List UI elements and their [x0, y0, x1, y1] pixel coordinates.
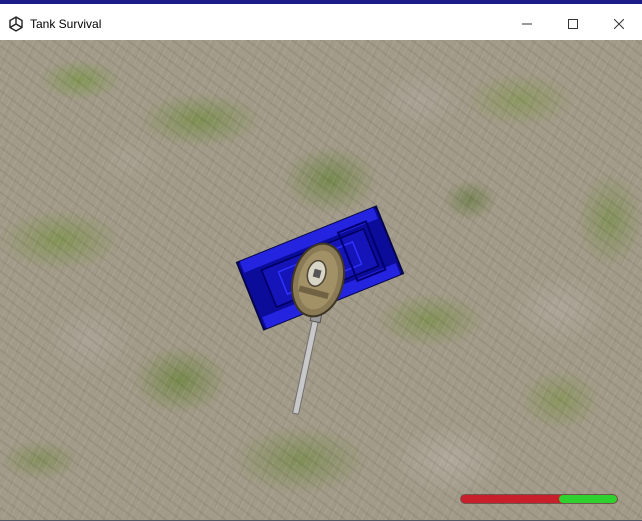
close-button[interactable] — [596, 8, 642, 40]
health-bar-fill — [559, 495, 617, 503]
maximize-icon — [568, 19, 578, 29]
title-bar[interactable]: Tank Survival — [0, 8, 642, 40]
app-window: Tank Survival — [0, 0, 642, 521]
maximize-button[interactable] — [550, 8, 596, 40]
tank-barrel — [292, 306, 322, 415]
player-tank — [235, 205, 405, 415]
unity-icon — [8, 16, 24, 32]
close-icon — [614, 19, 624, 29]
minimize-icon — [522, 23, 532, 25]
window-title: Tank Survival — [30, 17, 102, 31]
health-bar — [461, 495, 617, 503]
game-viewport[interactable] — [0, 40, 642, 520]
minimize-button[interactable] — [504, 8, 550, 40]
